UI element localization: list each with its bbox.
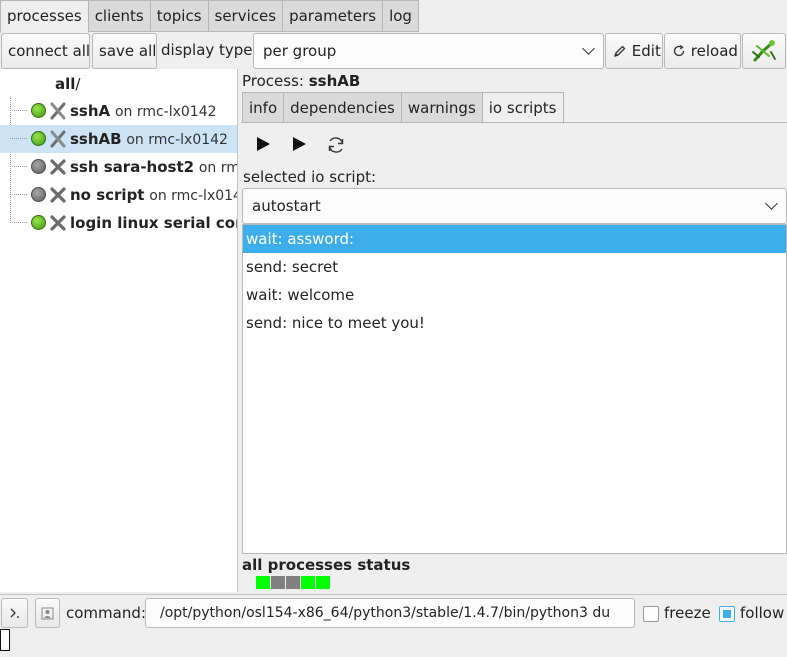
process-tab-bar: info dependencies warnings io scripts [242,92,564,124]
io-script-steps-list: wait: assword: send: secret wait: welcom… [242,224,787,554]
io-script-select[interactable]: autostart [242,188,787,224]
tab-processes[interactable]: processes [0,0,89,33]
io-step-item[interactable]: send: nice to meet you! [243,309,786,337]
tree-branch-line [10,194,27,195]
tab-info[interactable]: info [242,92,285,123]
process-host: on rmc- [198,160,238,176]
process-title-label: Process: [242,72,304,90]
play-icon[interactable] [250,131,276,157]
io-step-item[interactable]: wait: welcome [243,281,786,309]
close-icon [50,187,66,203]
reload-icon [673,44,685,57]
process-title-name: sshAB [308,72,361,90]
mantis-logo-icon [752,40,776,62]
io-step-item[interactable]: send: secret [243,253,786,281]
save-all-button[interactable]: save all [92,33,157,69]
terminal-prompt-icon [10,608,19,618]
io-step-item[interactable]: wait: assword: [243,225,786,253]
status-grey-icon [31,159,46,174]
process-status-bar [256,576,331,589]
reload-label: reload [690,42,738,60]
edit-button[interactable]: Edit [605,33,663,69]
tree-item-ssh-sara-host2[interactable]: ssh sara-host2 on rmc- [0,153,238,181]
display-type-select[interactable]: per group [253,33,604,69]
display-type-label: display type: [161,41,258,59]
connect-all-button[interactable]: connect all [1,33,90,69]
tree-root-suffix: / [75,75,81,93]
display-type-value: per group [263,42,337,60]
main-tab-bar: processes clients topics services parame… [0,0,419,33]
tree-item-sshab[interactable]: sshAB on rmc-lx0142 [0,125,237,153]
tree-branch-line [10,166,27,167]
command-label: command: [66,604,146,622]
tree-root-group[interactable]: all/ [55,74,80,94]
status-green-icon [31,131,46,146]
toolbar: connect all save all display type: per g… [0,33,787,69]
terminal-toggle-button[interactable] [1,598,28,628]
tab-clients[interactable]: clients [87,0,151,32]
user-icon [41,607,54,620]
close-icon [50,159,66,175]
tree-root-name: all [55,75,76,93]
process-name: sshA [70,102,111,120]
tree-item-no-script[interactable]: no script on rmc-lx014: [0,181,238,209]
terminal-cursor [0,629,10,651]
process-tree: all/ sshA on rmc-lx0142 sshAB on rmc-lx0… [0,69,238,592]
process-name: no script [70,186,145,204]
tree-branch-line [10,110,27,111]
freeze-label: freeze [664,604,711,622]
app-logo-button[interactable] [742,33,786,69]
tools-icon [50,130,66,148]
command-bar: command: /opt/python/osl154-x86_64/pytho… [0,594,787,628]
all-processes-status-title: all processes status [242,556,411,574]
process-host: on rmc-lx0142 [114,104,217,120]
pencil-icon [613,45,626,58]
tab-dependencies[interactable]: dependencies [283,92,402,123]
chevron-down-icon [582,42,595,55]
status-square [301,576,315,589]
tree-item-ssha[interactable]: sshA on rmc-lx0142 [0,97,237,125]
follow-label: follow [740,604,785,622]
status-green-icon [31,103,46,118]
status-green-icon [31,215,46,230]
tab-log[interactable]: log [382,0,419,32]
tree-branch-line [10,138,27,139]
status-square [286,576,300,589]
freeze-checkbox[interactable] [643,606,659,622]
selected-io-script-label: selected io script: [243,168,377,186]
status-square [256,576,270,589]
tab-topics[interactable]: topics [149,0,209,32]
status-square [271,576,285,589]
repeat-icon[interactable] [323,132,349,158]
edit-label: Edit [631,42,661,60]
process-name: ssh sara-host2 [70,158,195,176]
process-name: login linux serial cons [70,214,238,232]
command-field[interactable]: /opt/python/osl154-x86_64/python3/stable… [145,598,635,628]
tools-icon [50,102,66,120]
status-square [316,576,330,589]
status-grey-icon [31,187,46,202]
reload-button[interactable]: reload [664,33,741,69]
follow-checkbox[interactable] [719,606,735,622]
tab-warnings[interactable]: warnings [400,92,483,123]
io-script-value: autostart [252,197,321,215]
step-play-icon[interactable] [286,131,312,157]
process-host: on rmc-lx014: [149,188,238,204]
chevron-down-icon [765,197,778,210]
tree-branch-line [10,222,27,223]
tab-parameters[interactable]: parameters [282,0,384,32]
process-name: sshAB [70,130,122,148]
tab-io-scripts[interactable]: io scripts [481,92,564,124]
user-button[interactable] [35,598,60,628]
process-title: Process: sshAB [242,71,360,91]
process-host: on rmc-lx0142 [126,132,228,148]
tab-services[interactable]: services [207,0,284,32]
close-icon [50,215,66,231]
tree-item-login-linux-serial[interactable]: login linux serial cons [0,209,238,237]
